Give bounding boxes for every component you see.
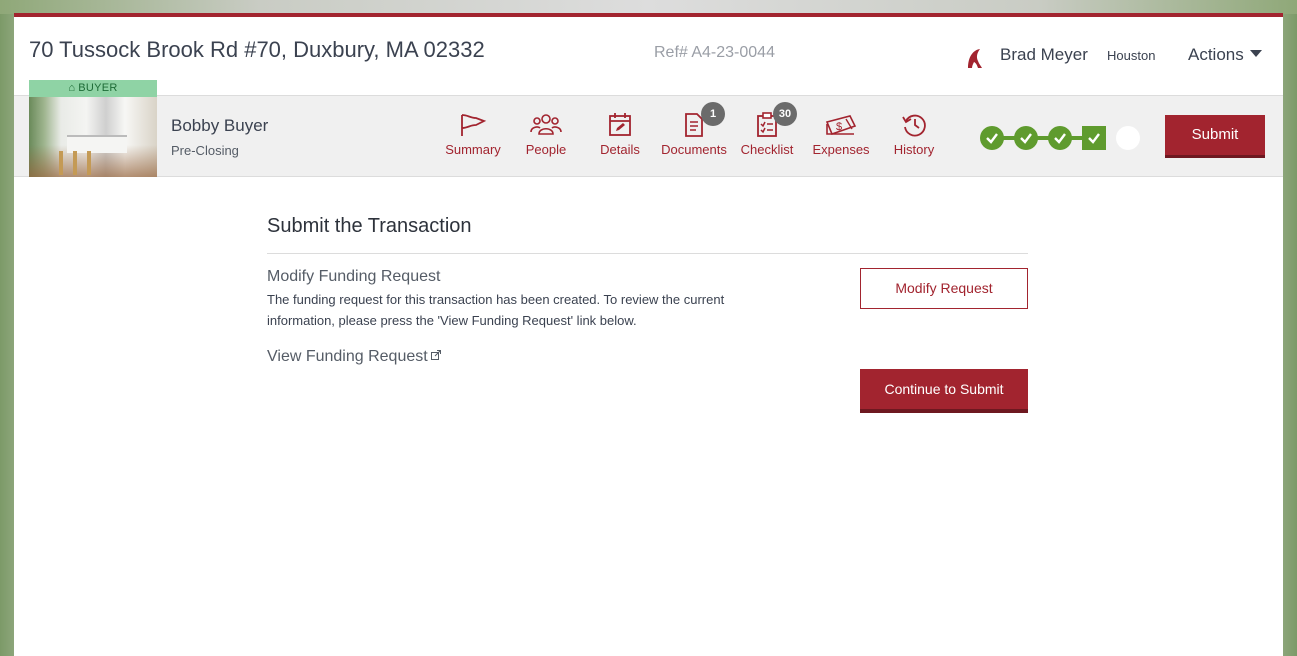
submit-button[interactable]: Submit bbox=[1165, 115, 1265, 158]
nav-label: Details bbox=[600, 142, 640, 157]
progress-step-complete bbox=[1048, 126, 1072, 150]
view-funding-request-link[interactable]: View Funding Request bbox=[267, 348, 441, 366]
nav-label: Checklist bbox=[740, 142, 794, 157]
reference-number: Ref# A4-23-0044 bbox=[654, 44, 775, 61]
transaction-progress bbox=[980, 125, 1142, 151]
photo-stool bbox=[73, 151, 77, 175]
buyer-tag-label: BUYER bbox=[78, 82, 118, 94]
modify-funding-description: The funding request for this transaction… bbox=[267, 292, 725, 328]
check-icon bbox=[1088, 133, 1100, 144]
progress-line bbox=[992, 136, 1096, 140]
nav-details[interactable]: Details bbox=[597, 112, 643, 157]
nav-label: Summary bbox=[445, 142, 501, 157]
continue-to-submit-button[interactable]: Continue to Submit bbox=[860, 369, 1028, 413]
progress-step-pending bbox=[1116, 126, 1140, 150]
nav-label: Documents bbox=[661, 142, 727, 157]
transaction-header: 70 Tussock Brook Rd #70, Duxbury, MA 023… bbox=[14, 17, 1283, 95]
contact-name: Bobby Buyer bbox=[171, 116, 269, 135]
checklist-count-badge: 30 bbox=[773, 102, 797, 126]
nav-documents[interactable]: Documents 1 bbox=[658, 102, 730, 157]
background-strip bbox=[0, 0, 1297, 14]
office-name: Houston bbox=[1107, 48, 1156, 63]
progress-step-complete bbox=[1014, 126, 1038, 150]
money-icon: $ bbox=[825, 115, 857, 136]
nav-label: People bbox=[525, 142, 567, 157]
property-thumbnail[interactable]: ⌂ BUYER bbox=[29, 80, 157, 177]
history-icon bbox=[902, 114, 926, 137]
nav-expenses[interactable]: $ Expenses bbox=[811, 112, 871, 157]
submit-transaction-section: Submit the Transaction Modify Funding Re… bbox=[267, 215, 1028, 413]
actions-dropdown[interactable]: Actions bbox=[1188, 45, 1262, 65]
transaction-subbar: ⌂BUYER Bobby Buyer Pre-Closing Summary bbox=[14, 80, 1283, 177]
people-icon bbox=[530, 114, 562, 135]
photo-stool bbox=[59, 151, 63, 175]
check-icon bbox=[1020, 133, 1032, 144]
progress-step-complete bbox=[980, 126, 1004, 150]
transaction-panel: 70 Tussock Brook Rd #70, Duxbury, MA 023… bbox=[14, 13, 1283, 656]
external-link-icon bbox=[430, 350, 441, 360]
agent-logo-icon bbox=[968, 49, 982, 68]
check-icon bbox=[986, 133, 998, 144]
user-name[interactable]: Brad Meyer bbox=[1000, 45, 1088, 65]
svg-text:$: $ bbox=[836, 121, 842, 133]
page-title: Submit the Transaction bbox=[267, 215, 472, 237]
nav-people[interactable]: People bbox=[522, 112, 570, 157]
actions-label: Actions bbox=[1188, 45, 1244, 64]
transaction-status: Pre-Closing bbox=[171, 143, 239, 158]
documents-count-badge: 1 bbox=[701, 102, 725, 126]
nav-summary[interactable]: Summary bbox=[442, 112, 504, 157]
caret-down-icon bbox=[1249, 50, 1262, 57]
divider bbox=[267, 253, 1028, 254]
property-address: 70 Tussock Brook Rd #70, Duxbury, MA 023… bbox=[29, 37, 485, 62]
flag-icon bbox=[461, 114, 487, 136]
modify-funding-title: Modify Funding Request bbox=[267, 268, 441, 285]
property-photo bbox=[29, 97, 157, 177]
photo-stool bbox=[87, 151, 91, 175]
progress-step-current bbox=[1082, 126, 1106, 150]
check-icon bbox=[1054, 133, 1066, 144]
buyer-tag: ⌂ BUYER bbox=[29, 80, 157, 97]
home-icon: ⌂ bbox=[68, 82, 76, 94]
modify-request-button[interactable]: Modify Request bbox=[860, 268, 1028, 309]
nav-label: Expenses bbox=[812, 142, 870, 157]
nav-history[interactable]: History bbox=[890, 112, 938, 157]
nav-checklist[interactable]: Checklist 30 bbox=[739, 102, 797, 157]
nav-label: History bbox=[893, 142, 935, 157]
calendar-edit-icon bbox=[609, 113, 631, 136]
view-funding-request-label: View Funding Request bbox=[267, 348, 428, 365]
